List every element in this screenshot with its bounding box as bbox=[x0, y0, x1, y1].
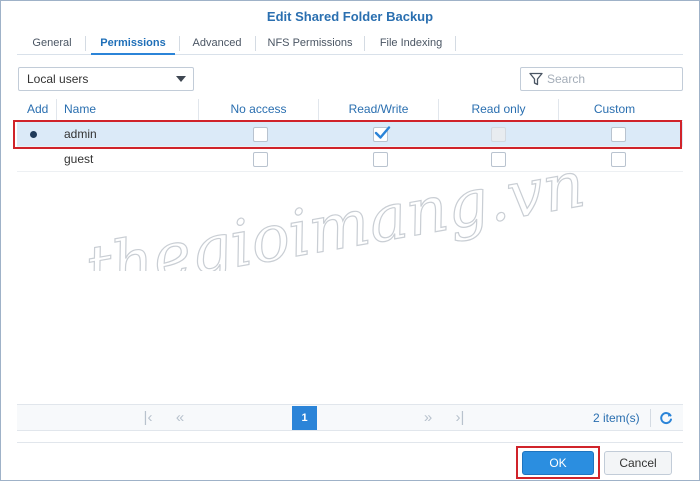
table-row-admin[interactable]: admin bbox=[17, 122, 683, 147]
tab-general[interactable]: General bbox=[21, 33, 83, 55]
tab-separator bbox=[85, 36, 86, 51]
no-access-checkbox[interactable] bbox=[253, 152, 268, 167]
column-header-no-access[interactable]: No access bbox=[199, 99, 318, 120]
table-row-guest[interactable]: guest bbox=[17, 147, 683, 172]
read-write-checkbox[interactable] bbox=[373, 126, 391, 142]
tab-permissions[interactable]: Permissions bbox=[91, 33, 175, 55]
pager-separator bbox=[650, 409, 651, 427]
read-only-checkbox[interactable] bbox=[491, 127, 506, 142]
column-header-add: Add bbox=[27, 102, 49, 116]
no-access-checkbox[interactable] bbox=[253, 127, 268, 142]
user-type-select[interactable]: Local users bbox=[18, 67, 194, 91]
tab-separator bbox=[364, 36, 365, 51]
user-name: guest bbox=[64, 152, 94, 166]
cancel-button[interactable]: Cancel bbox=[604, 451, 672, 475]
footer-divider bbox=[17, 442, 683, 443]
column-separator bbox=[56, 99, 57, 120]
current-page[interactable]: 1 bbox=[292, 406, 317, 430]
column-header-name[interactable]: Name bbox=[64, 99, 96, 120]
row-selected-indicator bbox=[30, 131, 37, 138]
custom-checkbox[interactable] bbox=[611, 152, 626, 167]
tab-advanced[interactable]: Advanced bbox=[183, 33, 251, 55]
edit-shared-folder-dialog: Edit Shared Folder Backup General Permis… bbox=[0, 0, 700, 481]
last-page-icon[interactable]: ›| bbox=[451, 410, 469, 426]
table-header: Add Name No access Read/Write Read only … bbox=[17, 99, 683, 121]
refresh-icon[interactable] bbox=[658, 410, 674, 426]
column-header-read-write[interactable]: Read/Write bbox=[319, 99, 438, 120]
tab-bar: General Permissions Advanced NFS Permiss… bbox=[17, 33, 683, 55]
tab-separator bbox=[179, 36, 180, 51]
chevron-down-icon bbox=[176, 76, 186, 82]
dialog-title: Edit Shared Folder Backup bbox=[266, 9, 434, 24]
column-header-read-only[interactable]: Read only bbox=[439, 99, 558, 120]
search-box[interactable] bbox=[520, 67, 683, 91]
checkmark-icon bbox=[374, 126, 391, 139]
read-write-checkbox[interactable] bbox=[373, 152, 388, 167]
pagination-bar: |‹ « 1 » ›| 2 item(s) bbox=[17, 404, 683, 431]
user-name: admin bbox=[64, 127, 97, 141]
tab-separator bbox=[455, 36, 456, 51]
previous-page-icon[interactable]: « bbox=[171, 410, 189, 426]
tab-nfs-permissions[interactable]: NFS Permissions bbox=[260, 33, 360, 55]
first-page-icon[interactable]: |‹ bbox=[139, 410, 157, 426]
ok-button[interactable]: OK bbox=[522, 451, 594, 475]
user-type-value: Local users bbox=[27, 72, 89, 86]
search-input[interactable] bbox=[547, 70, 677, 88]
tab-file-indexing[interactable]: File Indexing bbox=[369, 33, 453, 55]
column-header-custom[interactable]: Custom bbox=[559, 99, 670, 120]
read-only-checkbox[interactable] bbox=[491, 152, 506, 167]
tab-separator bbox=[255, 36, 256, 51]
filter-icon bbox=[529, 72, 543, 86]
item-count: 2 item(s) bbox=[593, 411, 640, 425]
next-page-icon[interactable]: » bbox=[419, 410, 437, 426]
custom-checkbox[interactable] bbox=[611, 127, 626, 142]
